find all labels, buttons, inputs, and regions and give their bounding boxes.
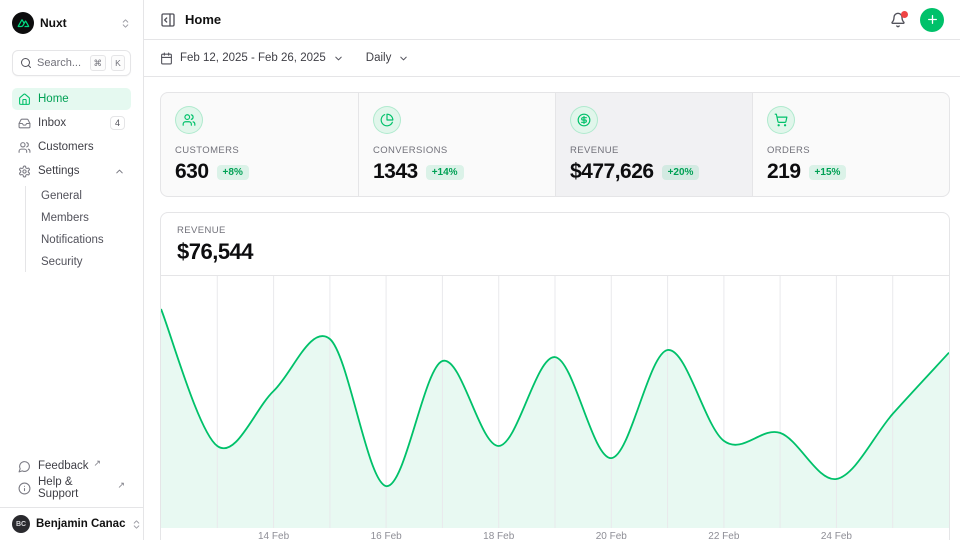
stat-change-badge: +20% <box>662 165 700 180</box>
notifications-button[interactable] <box>890 12 906 28</box>
house-icon <box>18 93 31 106</box>
stat-change-badge: +14% <box>426 165 464 180</box>
feedback-label: Feedback <box>38 460 89 472</box>
external-link-icon: ↗ <box>117 480 125 491</box>
user-menu[interactable]: BC Benjamin Canac <box>0 507 143 540</box>
sidebar-item-label: Customers <box>38 141 94 153</box>
chevrons-up-down-icon <box>120 18 131 29</box>
stat-value: 630 <box>175 160 209 184</box>
app: Nuxt Search... ⌘ K Home <box>0 0 960 540</box>
shopping-cart-icon <box>767 106 795 134</box>
stat-label: CONVERSIONS <box>373 145 541 156</box>
revenue-chart-svg <box>161 276 949 528</box>
main: Home Feb 12, 2025 - Feb 26, 2025 <box>144 0 960 540</box>
stat-label: CUSTOMERS <box>175 145 344 156</box>
message-circle-icon <box>18 460 31 473</box>
page-title: Home <box>185 12 221 27</box>
stat-value: 219 <box>767 160 801 184</box>
stat-label: ORDERS <box>767 145 935 156</box>
x-axis-labels: 14 Feb 16 Feb 18 Feb 20 Feb 22 Feb 24 Feb <box>161 528 949 540</box>
pie-chart-icon <box>373 106 401 134</box>
users-icon <box>175 106 203 134</box>
chart-label: REVENUE <box>177 225 933 236</box>
collapse-sidebar-button[interactable] <box>160 12 176 28</box>
gear-icon <box>18 165 31 178</box>
stat-change-badge: +8% <box>217 165 249 180</box>
sidebar-item-notifications[interactable]: Notifications <box>37 230 131 250</box>
circle-dollar-icon <box>570 106 598 134</box>
calendar-icon <box>160 52 173 65</box>
workspace-name: Nuxt <box>40 16 114 30</box>
settings-sub-nav: General Members Notifications Security <box>25 186 131 272</box>
kbd-meta: ⌘ <box>90 55 107 72</box>
nuxt-logo-icon <box>12 12 34 34</box>
sidebar-main: Nuxt Search... ⌘ K Home <box>0 0 143 507</box>
x-axis-label: 18 Feb <box>483 531 514 540</box>
stat-card-orders[interactable]: ORDERS 219 +15% <box>752 93 949 197</box>
period-value: Daily <box>366 52 392 64</box>
user-name: Benjamin Canac <box>36 518 125 530</box>
stat-card-customers[interactable]: CUSTOMERS 630 +8% <box>161 93 358 197</box>
stat-label: REVENUE <box>570 145 738 156</box>
inbox-icon <box>18 117 31 130</box>
period-select[interactable]: Daily <box>366 52 410 64</box>
help-support-label: Help & Support <box>38 476 112 500</box>
user-avatar: BC <box>12 515 30 533</box>
date-range-picker[interactable]: Feb 12, 2025 - Feb 26, 2025 <box>160 52 344 65</box>
plus-icon <box>926 13 939 26</box>
kbd-k: K <box>111 55 125 72</box>
header-actions <box>890 8 944 32</box>
info-circle-icon <box>18 482 31 495</box>
stat-change-badge: +15% <box>809 165 847 180</box>
revenue-chart-card: REVENUE $76,544 14 Feb 16 Feb 18 Feb 20 Feb… <box>160 212 950 540</box>
sidebar-nav: Home Inbox 4 Customers <box>12 88 131 272</box>
stat-card-conversions[interactable]: CONVERSIONS 1343 +14% <box>358 93 555 197</box>
chevrons-up-down-icon <box>131 519 142 530</box>
content: CUSTOMERS 630 +8% CONVERSIONS 1343 +14% <box>144 77 960 540</box>
sidebar-item-inbox[interactable]: Inbox 4 <box>12 112 131 134</box>
sidebar: Nuxt Search... ⌘ K Home <box>0 0 144 540</box>
sidebar-item-customers[interactable]: Customers <box>12 136 131 158</box>
sidebar-item-security[interactable]: Security <box>37 252 131 272</box>
page-header: Home <box>144 0 960 40</box>
sidebar-item-settings[interactable]: Settings <box>12 160 131 182</box>
sidebar-item-label: Home <box>38 93 69 105</box>
feedback-link[interactable]: Feedback ↗ <box>12 455 131 477</box>
sidebar-item-members[interactable]: Members <box>37 208 131 228</box>
stats-grid: CUSTOMERS 630 +8% CONVERSIONS 1343 +14% <box>160 92 950 197</box>
toolbar: Feb 12, 2025 - Feb 26, 2025 Daily <box>144 40 960 77</box>
workspace-switcher[interactable]: Nuxt <box>12 10 131 36</box>
sidebar-item-general[interactable]: General <box>37 186 131 206</box>
search-icon <box>20 57 32 69</box>
x-axis-label: 24 Feb <box>821 531 852 540</box>
x-axis-label: 14 Feb <box>258 531 289 540</box>
sidebar-item-label: Inbox <box>38 117 66 129</box>
revenue-area-chart[interactable] <box>161 276 949 528</box>
notification-dot <box>901 11 908 18</box>
help-support-link[interactable]: Help & Support ↗ <box>12 477 131 499</box>
date-range-value: Feb 12, 2025 - Feb 26, 2025 <box>180 52 326 64</box>
sidebar-spacer <box>12 272 131 455</box>
x-axis-label: 22 Feb <box>708 531 739 540</box>
x-axis-label: 20 Feb <box>596 531 627 540</box>
search-placeholder: Search... <box>37 57 85 69</box>
users-icon <box>18 141 31 154</box>
chart-current-value: $76,544 <box>177 239 933 265</box>
inbox-count-badge: 4 <box>110 116 125 130</box>
stat-value: 1343 <box>373 160 418 184</box>
chart-header: REVENUE $76,544 <box>161 213 949 276</box>
search-input[interactable]: Search... ⌘ K <box>12 50 131 76</box>
add-button[interactable] <box>920 8 944 32</box>
chevron-down-icon <box>333 53 344 64</box>
stat-card-revenue[interactable]: REVENUE $477,626 +20% <box>555 93 752 197</box>
chevron-up-icon <box>114 166 125 177</box>
sidebar-item-label: Settings <box>38 165 80 177</box>
stat-value: $477,626 <box>570 160 654 184</box>
x-axis-label: 16 Feb <box>371 531 402 540</box>
chevron-down-icon <box>398 53 409 64</box>
sidebar-item-home[interactable]: Home <box>12 88 131 110</box>
external-link-icon: ↗ <box>94 458 102 469</box>
